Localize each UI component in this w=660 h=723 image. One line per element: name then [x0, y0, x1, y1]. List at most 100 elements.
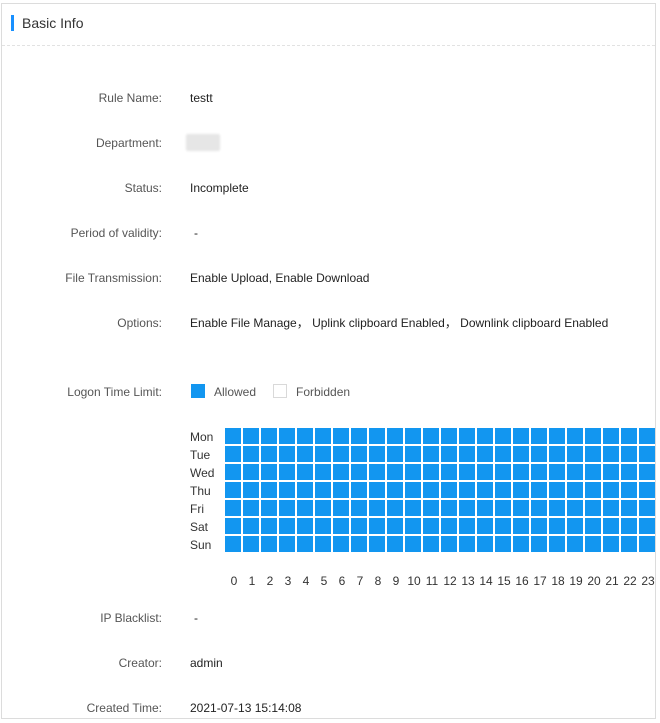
time-cell-mon-7[interactable]: [351, 428, 368, 445]
time-cell-wed-4[interactable]: [297, 464, 314, 481]
time-cell-sat-15[interactable]: [495, 518, 512, 535]
time-cell-mon-19[interactable]: [567, 428, 584, 445]
time-cell-mon-20[interactable]: [585, 428, 602, 445]
time-cell-fri-9[interactable]: [387, 500, 404, 517]
time-cell-wed-11[interactable]: [423, 464, 440, 481]
time-cell-wed-9[interactable]: [387, 464, 404, 481]
time-cell-mon-3[interactable]: [279, 428, 296, 445]
time-cell-thu-13[interactable]: [459, 482, 476, 499]
time-cell-sun-20[interactable]: [585, 536, 602, 553]
time-cell-fri-23[interactable]: [639, 500, 655, 517]
time-cell-fri-6[interactable]: [333, 500, 350, 517]
time-cell-sat-17[interactable]: [531, 518, 548, 535]
time-cell-sat-0[interactable]: [225, 518, 242, 535]
time-cell-fri-18[interactable]: [549, 500, 566, 517]
time-cell-fri-4[interactable]: [297, 500, 314, 517]
time-cell-mon-13[interactable]: [459, 428, 476, 445]
time-cell-thu-14[interactable]: [477, 482, 494, 499]
time-cell-sat-10[interactable]: [405, 518, 422, 535]
time-cell-sun-19[interactable]: [567, 536, 584, 553]
time-cell-wed-2[interactable]: [261, 464, 278, 481]
time-cell-sat-13[interactable]: [459, 518, 476, 535]
time-cell-thu-8[interactable]: [369, 482, 386, 499]
time-cell-fri-3[interactable]: [279, 500, 296, 517]
time-cell-sun-9[interactable]: [387, 536, 404, 553]
time-cell-tue-3[interactable]: [279, 446, 296, 463]
time-cell-thu-4[interactable]: [297, 482, 314, 499]
time-cell-sat-7[interactable]: [351, 518, 368, 535]
time-cell-mon-14[interactable]: [477, 428, 494, 445]
time-cell-sun-11[interactable]: [423, 536, 440, 553]
time-cell-tue-0[interactable]: [225, 446, 242, 463]
time-cell-sun-4[interactable]: [297, 536, 314, 553]
time-cell-wed-7[interactable]: [351, 464, 368, 481]
time-cell-sat-8[interactable]: [369, 518, 386, 535]
time-cell-fri-14[interactable]: [477, 500, 494, 517]
time-cell-thu-21[interactable]: [603, 482, 620, 499]
time-cell-fri-1[interactable]: [243, 500, 260, 517]
time-cell-fri-5[interactable]: [315, 500, 332, 517]
time-cell-mon-6[interactable]: [333, 428, 350, 445]
time-cell-mon-15[interactable]: [495, 428, 512, 445]
time-cell-tue-1[interactable]: [243, 446, 260, 463]
time-cell-thu-20[interactable]: [585, 482, 602, 499]
time-cell-wed-19[interactable]: [567, 464, 584, 481]
time-cell-sun-6[interactable]: [333, 536, 350, 553]
time-cell-mon-22[interactable]: [621, 428, 638, 445]
time-cell-sat-16[interactable]: [513, 518, 530, 535]
time-cell-fri-12[interactable]: [441, 500, 458, 517]
time-cell-wed-16[interactable]: [513, 464, 530, 481]
time-cell-wed-6[interactable]: [333, 464, 350, 481]
time-cell-sun-12[interactable]: [441, 536, 458, 553]
time-cell-wed-5[interactable]: [315, 464, 332, 481]
time-cell-fri-22[interactable]: [621, 500, 638, 517]
time-cell-sun-15[interactable]: [495, 536, 512, 553]
time-cell-wed-13[interactable]: [459, 464, 476, 481]
time-cell-thu-10[interactable]: [405, 482, 422, 499]
time-cell-thu-16[interactable]: [513, 482, 530, 499]
time-cell-tue-9[interactable]: [387, 446, 404, 463]
time-cell-sun-16[interactable]: [513, 536, 530, 553]
time-cell-tue-23[interactable]: [639, 446, 655, 463]
time-cell-wed-23[interactable]: [639, 464, 655, 481]
time-cell-thu-2[interactable]: [261, 482, 278, 499]
time-cell-wed-12[interactable]: [441, 464, 458, 481]
time-cell-mon-9[interactable]: [387, 428, 404, 445]
time-cell-sun-1[interactable]: [243, 536, 260, 553]
time-cell-fri-15[interactable]: [495, 500, 512, 517]
time-cell-sat-21[interactable]: [603, 518, 620, 535]
time-cell-sat-20[interactable]: [585, 518, 602, 535]
time-cell-wed-14[interactable]: [477, 464, 494, 481]
time-cell-tue-21[interactable]: [603, 446, 620, 463]
time-cell-fri-2[interactable]: [261, 500, 278, 517]
time-cell-mon-10[interactable]: [405, 428, 422, 445]
time-cell-mon-12[interactable]: [441, 428, 458, 445]
time-cell-tue-16[interactable]: [513, 446, 530, 463]
time-cell-fri-17[interactable]: [531, 500, 548, 517]
time-cell-sun-0[interactable]: [225, 536, 242, 553]
time-cell-wed-3[interactable]: [279, 464, 296, 481]
time-cell-wed-8[interactable]: [369, 464, 386, 481]
time-cell-fri-10[interactable]: [405, 500, 422, 517]
time-cell-mon-5[interactable]: [315, 428, 332, 445]
time-cell-mon-0[interactable]: [225, 428, 242, 445]
time-cell-mon-4[interactable]: [297, 428, 314, 445]
time-cell-tue-15[interactable]: [495, 446, 512, 463]
time-cell-tue-20[interactable]: [585, 446, 602, 463]
time-cell-tue-17[interactable]: [531, 446, 548, 463]
time-cell-sat-18[interactable]: [549, 518, 566, 535]
time-cell-fri-19[interactable]: [567, 500, 584, 517]
time-cell-tue-10[interactable]: [405, 446, 422, 463]
time-cell-sun-5[interactable]: [315, 536, 332, 553]
time-cell-sat-1[interactable]: [243, 518, 260, 535]
time-cell-sat-11[interactable]: [423, 518, 440, 535]
time-cell-sun-13[interactable]: [459, 536, 476, 553]
time-cell-wed-18[interactable]: [549, 464, 566, 481]
time-cell-thu-6[interactable]: [333, 482, 350, 499]
time-cell-thu-15[interactable]: [495, 482, 512, 499]
time-cell-mon-11[interactable]: [423, 428, 440, 445]
time-cell-tue-4[interactable]: [297, 446, 314, 463]
time-cell-sat-19[interactable]: [567, 518, 584, 535]
time-cell-mon-17[interactable]: [531, 428, 548, 445]
time-cell-sun-14[interactable]: [477, 536, 494, 553]
